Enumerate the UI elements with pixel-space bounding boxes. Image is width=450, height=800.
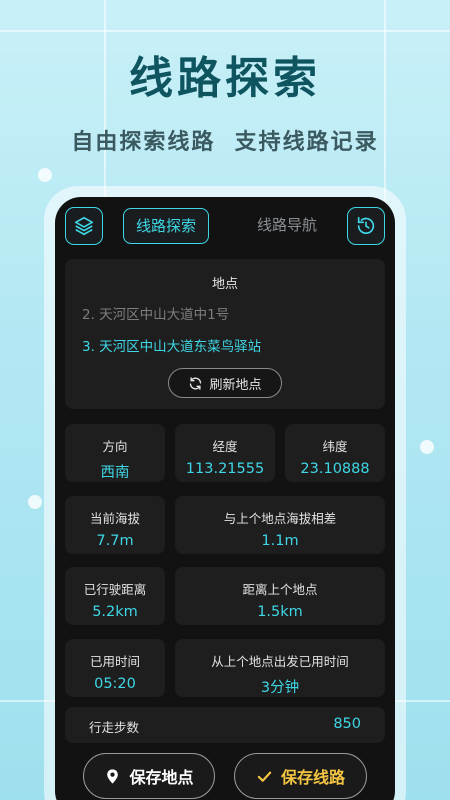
location-card: 地点 2. 天河区中山大道中1号 3. 天河区中山大道东菜鸟驿站 刷新地点	[65, 259, 385, 409]
stat-value: 850	[333, 716, 361, 732]
history-icon	[357, 216, 375, 235]
stat-value: 23.10888	[300, 461, 370, 477]
hero-subtitle: 自由探索线路 支持线路记录	[71, 130, 379, 155]
stat-label: 与上个地点海拔相差	[223, 511, 337, 526]
stat-label: 当前海拔	[89, 511, 140, 526]
stat-value: 3分钟	[260, 680, 300, 696]
stat-value: 1.1m	[261, 533, 299, 549]
stat-value: 西南	[100, 465, 130, 481]
stat-distance-prev: 距离上个地点 1.5km	[175, 567, 385, 625]
check-icon	[257, 771, 272, 782]
layers-button[interactable]	[65, 207, 103, 245]
stat-value: 05:20	[94, 676, 136, 692]
stat-steps: 行走步数 850	[65, 707, 385, 743]
top-bar: 线路探索 线路导航	[65, 207, 385, 245]
stat-distance: 已行驶距离 5.2km	[65, 567, 165, 625]
stat-label: 已行驶距离	[83, 582, 147, 597]
location-title: 地点	[211, 277, 238, 292]
save-location-button[interactable]: 保存地点	[83, 753, 215, 799]
stat-value: 7.7m	[96, 533, 134, 549]
location-pin-icon	[107, 768, 119, 784]
stat-label: 行走步数	[89, 720, 140, 735]
refresh-location-label: 刷新地点	[209, 377, 262, 393]
location-item-current: 3. 天河区中山大道东菜鸟驿站	[82, 339, 262, 355]
location-item-previous: 2. 天河区中山大道中1号	[82, 307, 230, 323]
save-route-button[interactable]: 保存线路	[234, 753, 367, 799]
stat-label: 经度	[212, 439, 238, 454]
history-button[interactable]	[347, 207, 385, 245]
stat-label: 距离上个地点	[242, 582, 318, 597]
save-route-label: 保存线路	[280, 768, 345, 787]
stat-label: 已用时间	[89, 654, 140, 669]
layers-icon	[74, 216, 94, 236]
refresh-icon	[190, 376, 202, 390]
stat-label: 方向	[102, 439, 128, 454]
stat-longitude: 经度 113.21555	[175, 424, 275, 482]
stat-time-prev: 从上个地点出发已用时间 3分钟	[175, 639, 385, 697]
tab-route-navigation[interactable]: 线路导航	[245, 208, 329, 244]
refresh-location-button[interactable]: 刷新地点	[168, 368, 282, 398]
stat-direction: 方向 西南	[65, 424, 165, 482]
stat-time-used: 已用时间 05:20	[65, 639, 165, 697]
hero-title: 线路探索	[129, 53, 321, 104]
stat-altitude: 当前海拔 7.7m	[65, 496, 165, 554]
stat-label: 从上个地点出发已用时间	[211, 654, 349, 669]
stat-latitude: 纬度 23.10888	[285, 424, 385, 482]
stat-value: 1.5km	[257, 604, 303, 620]
stat-value: 5.2km	[92, 604, 138, 620]
phone-screen: 线路探索 线路导航 地点 2. 天河区中山大道中1号 3. 天河区中山大道东菜鸟…	[55, 197, 395, 800]
save-location-label: 保存地点	[129, 768, 194, 787]
stat-label: 纬度	[322, 439, 348, 454]
tab-route-explore[interactable]: 线路探索	[123, 208, 210, 244]
stat-value: 113.21555	[185, 461, 265, 477]
stat-altitude-diff: 与上个地点海拔相差 1.1m	[175, 496, 385, 554]
